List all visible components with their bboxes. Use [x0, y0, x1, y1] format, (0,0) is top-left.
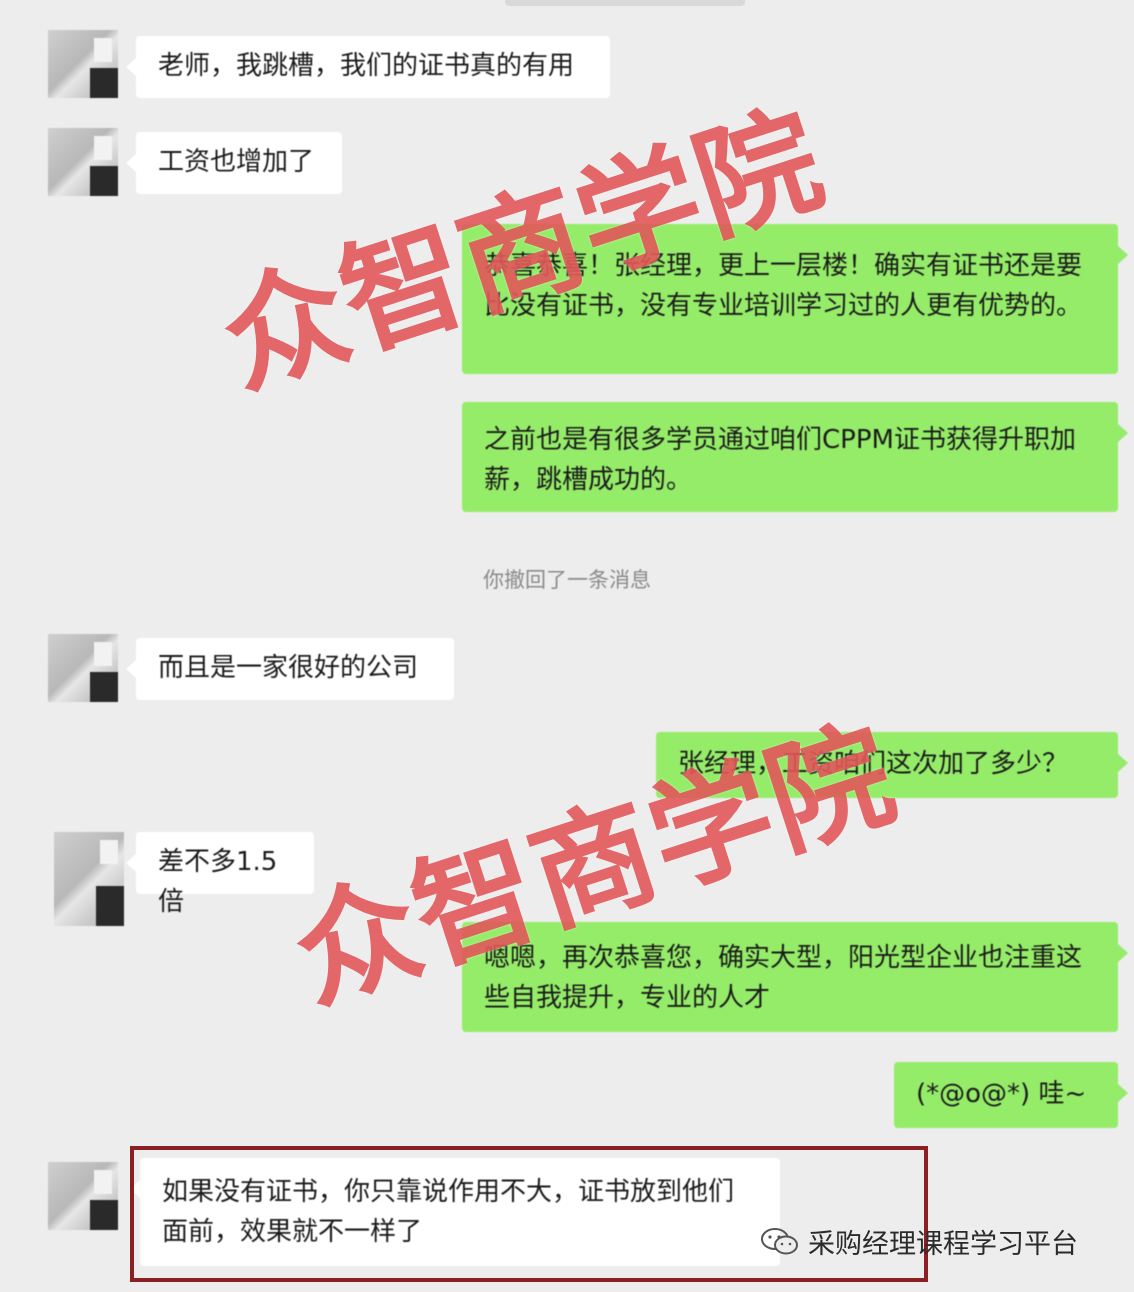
avatar[interactable]	[48, 634, 118, 702]
recall-notice: 你撤回了一条消息	[483, 568, 651, 592]
top-notch	[505, 0, 745, 6]
message-bubble-outgoing[interactable]: 之前也是有很多学员通过咱们CPPM证书获得升职加薪，跳槽成功的。	[462, 402, 1128, 512]
avatar[interactable]	[48, 128, 118, 196]
wechat-icon	[761, 1227, 798, 1254]
message-bubble-incoming[interactable]: 差不多1.5倍	[126, 832, 314, 917]
message-bubble-outgoing[interactable]: (*@o@*) 哇~	[894, 1062, 1128, 1128]
message-bubble-incoming[interactable]: 工资也增加了	[126, 132, 342, 194]
avatar[interactable]	[48, 1162, 118, 1230]
avatar[interactable]	[54, 832, 124, 926]
source-label: 采购经理课程学习平台	[808, 1229, 1078, 1260]
message-bubble-incoming[interactable]: 老师，我跳槽，我们的证书真的有用	[126, 36, 610, 98]
source-tag: 采购经理课程学习平台	[760, 1222, 1078, 1261]
avatar[interactable]	[48, 30, 118, 98]
highlight-box	[130, 1146, 928, 1282]
message-bubble-incoming[interactable]: 而且是一家很好的公司	[126, 638, 454, 700]
